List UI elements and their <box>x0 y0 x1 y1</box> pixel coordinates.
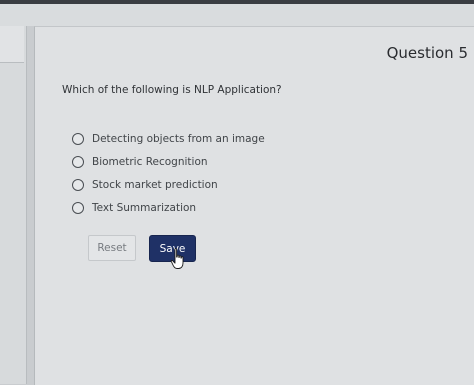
option-2[interactable]: Biometric Recognition <box>72 154 208 170</box>
option-3[interactable]: Stock market prediction <box>72 177 218 193</box>
radio-button[interactable] <box>72 179 84 191</box>
question-text: Which of the following is NLP Applicatio… <box>62 84 282 96</box>
option-1[interactable]: Detecting objects from an image <box>72 131 265 147</box>
left-panel-tab[interactable] <box>0 26 24 63</box>
hand-pointer-icon <box>170 248 184 269</box>
option-label: Text Summarization <box>92 202 197 214</box>
radio-button[interactable] <box>72 133 84 145</box>
reset-button[interactable]: Reset <box>88 235 136 261</box>
option-label: Stock market prediction <box>92 179 218 191</box>
option-4[interactable]: Text Summarization <box>72 200 196 216</box>
top-strip <box>0 4 474 26</box>
radio-button[interactable] <box>72 202 84 214</box>
question-number: Question 5 <box>386 44 468 62</box>
radio-button[interactable] <box>72 156 84 168</box>
option-label: Detecting objects from an image <box>92 133 265 145</box>
left-panel <box>0 26 27 384</box>
option-label: Biometric Recognition <box>92 156 208 168</box>
